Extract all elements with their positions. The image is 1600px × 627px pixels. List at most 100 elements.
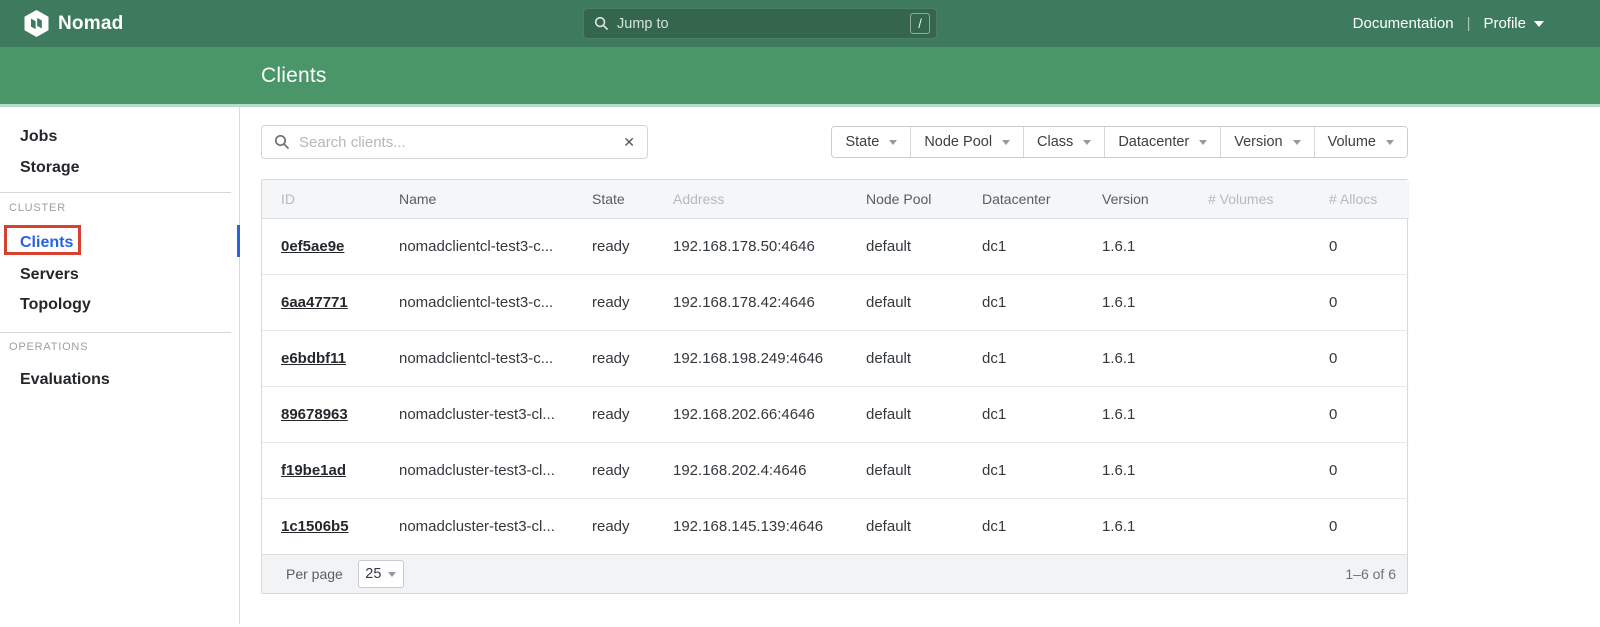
slash-shortcut-hint: / [910,13,930,34]
client-allocs: 0 [1329,330,1409,386]
filter-node-pool-label: Node Pool [924,134,992,150]
per-page-label: Per page [286,566,343,582]
sidebar-item-storage[interactable]: Storage [20,158,80,178]
clients-search-box[interactable]: ✕ [261,125,648,159]
client-id-link[interactable]: 6aa47771 [281,294,348,311]
table-row[interactable]: e6bdbf11 nomadclientcl-test3-c... ready … [262,330,1409,386]
filter-node-pool-button[interactable]: Node Pool [910,127,1023,157]
table-pagination-footer: Per page 25 1–6 of 6 [262,554,1407,593]
client-address: 192.168.178.42:4646 [673,274,866,330]
per-page-select[interactable]: 25 [358,560,404,588]
client-volumes [1208,386,1329,442]
client-datacenter: dc1 [982,330,1102,386]
page-header: Clients [0,47,1600,107]
client-node-pool: default [866,330,982,386]
cluster-section-label: CLUSTER [9,202,66,215]
operations-section-label: OPERATIONS [9,341,88,354]
client-volumes [1208,218,1329,274]
client-allocs: 0 [1329,442,1409,498]
client-datacenter: dc1 [982,218,1102,274]
client-version: 1.6.1 [1102,330,1208,386]
chevron-down-icon [889,140,897,145]
client-node-pool: default [866,498,982,554]
chevron-down-icon [1534,21,1544,27]
chevron-down-icon [1293,140,1301,145]
header-links: Documentation | Profile [1353,15,1544,32]
profile-link[interactable]: Profile [1483,15,1526,32]
filter-version-button[interactable]: Version [1220,127,1313,157]
table-row[interactable]: 89678963 nomadcluster-test3-cl... ready … [262,386,1409,442]
filter-state-button[interactable]: State [832,127,910,157]
sidebar-item-topology[interactable]: Topology [20,295,91,315]
jump-to-search[interactable]: / [583,8,937,39]
client-state: ready [592,498,673,554]
client-id-link[interactable]: f19be1ad [281,462,346,479]
profile-menu[interactable]: Profile [1483,15,1544,32]
sidebar-item-evaluations[interactable]: Evaluations [20,370,110,390]
filter-version-label: Version [1234,134,1282,150]
client-id-link[interactable]: 0ef5ae9e [281,238,344,255]
client-id-link[interactable]: 1c1506b5 [281,518,349,535]
client-name: nomadcluster-test3-cl... [399,498,592,554]
documentation-link[interactable]: Documentation [1353,15,1454,32]
column-header-allocs: # Allocs [1329,180,1409,218]
table-row[interactable]: f19be1ad nomadcluster-test3-cl... ready … [262,442,1409,498]
client-volumes [1208,498,1329,554]
filter-class-label: Class [1037,134,1073,150]
chevron-down-icon [1083,140,1091,145]
column-header-datacenter[interactable]: Datacenter [982,180,1102,218]
client-name: nomadcluster-test3-cl... [399,386,592,442]
table-row[interactable]: 0ef5ae9e nomadclientcl-test3-c... ready … [262,218,1409,274]
client-node-pool: default [866,386,982,442]
client-id-link[interactable]: 89678963 [281,406,348,423]
filter-bar: State Node Pool Class Datacenter Version [831,126,1408,158]
brand[interactable]: Nomad [24,10,123,37]
column-header-node-pool[interactable]: Node Pool [866,180,982,218]
sidebar-item-clients[interactable]: Clients [20,233,73,253]
filter-volume-button[interactable]: Volume [1314,127,1407,157]
table-header-row: ID Name State Address Node Pool Datacent… [262,180,1409,218]
table-row[interactable]: 1c1506b5 nomadcluster-test3-cl... ready … [262,498,1409,554]
sidebar-item-servers[interactable]: Servers [20,265,79,285]
client-allocs: 0 [1329,274,1409,330]
filter-datacenter-label: Datacenter [1118,134,1189,150]
filter-volume-label: Volume [1328,134,1376,150]
client-version: 1.6.1 [1102,218,1208,274]
main-content: ✕ State Node Pool Class Datacenter [240,107,1600,624]
client-datacenter: dc1 [982,498,1102,554]
filter-datacenter-button[interactable]: Datacenter [1104,127,1220,157]
sidebar-item-jobs[interactable]: Jobs [20,127,57,147]
column-header-name[interactable]: Name [399,180,592,218]
table-row[interactable]: 6aa47771 nomadclientcl-test3-c... ready … [262,274,1409,330]
sidebar-divider [0,332,231,333]
client-version: 1.6.1 [1102,386,1208,442]
clear-search-icon[interactable]: ✕ [623,135,635,149]
clients-table: ID Name State Address Node Pool Datacent… [261,179,1408,594]
client-version: 1.6.1 [1102,442,1208,498]
client-volumes [1208,274,1329,330]
jump-to-input[interactable] [617,16,910,32]
column-header-state[interactable]: State [592,180,673,218]
client-name: nomadclientcl-test3-c... [399,330,592,386]
per-page-value: 25 [365,566,381,582]
client-state: ready [592,330,673,386]
client-volumes [1208,442,1329,498]
client-state: ready [592,442,673,498]
app-header: Nomad / Documentation | Profile [0,0,1600,47]
client-address: 192.168.202.4:4646 [673,442,866,498]
search-icon [594,16,609,31]
client-datacenter: dc1 [982,274,1102,330]
sidebar: Jobs Storage CLUSTER Clients Servers Top… [0,107,240,624]
filter-class-button[interactable]: Class [1023,127,1104,157]
client-state: ready [592,386,673,442]
column-header-version[interactable]: Version [1102,180,1208,218]
client-node-pool: default [866,218,982,274]
client-volumes [1208,330,1329,386]
client-address: 192.168.145.139:4646 [673,498,866,554]
nomad-logo-icon [24,10,49,37]
client-name: nomadclientcl-test3-c... [399,274,592,330]
column-header-volumes: # Volumes [1208,180,1329,218]
client-id-link[interactable]: e6bdbf11 [281,350,346,367]
client-name: nomadclientcl-test3-c... [399,218,592,274]
search-clients-input[interactable] [299,134,623,151]
